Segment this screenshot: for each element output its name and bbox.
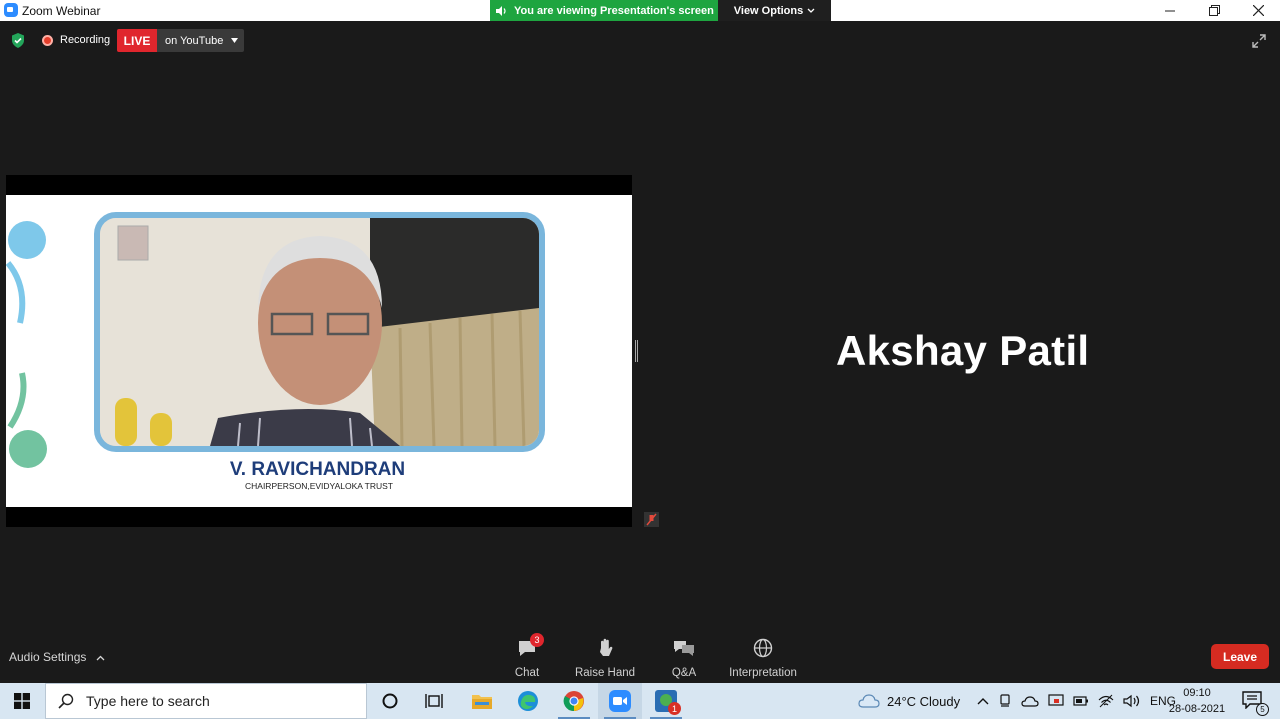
raise-hand-button[interactable]: Raise Hand	[574, 637, 636, 679]
globe-icon	[753, 638, 773, 658]
chevron-down-icon	[807, 8, 815, 13]
viewing-text: You are viewing Presentation's screen	[514, 4, 714, 17]
clock-time: 09:10	[1183, 687, 1211, 699]
speaker-title: CHAIRPERSON,EVIDYALOKA TRUST	[245, 481, 393, 491]
search-placeholder: Type here to search	[86, 693, 210, 709]
cloudy-icon	[858, 694, 880, 708]
zoom-app-icon	[4, 3, 18, 17]
speaker-video-frame	[94, 212, 545, 452]
interpretation-label: Interpretation	[729, 667, 797, 679]
speaker-name: V. RAVICHANDRAN	[229, 459, 406, 480]
participant-name: Akshay Patil	[836, 327, 1090, 374]
app-badge: 1	[668, 702, 681, 715]
taskbar-clock[interactable]: 09:10 28-08-2021	[1166, 684, 1228, 718]
qa-button[interactable]: Q&A	[666, 637, 702, 679]
audio-settings-button[interactable]: Audio Settings	[9, 650, 105, 664]
search-icon	[58, 693, 74, 709]
restore-button[interactable]	[1192, 0, 1236, 21]
resize-handle[interactable]	[635, 340, 638, 362]
zoom-taskbar-button[interactable]	[598, 683, 642, 719]
recording-icon	[42, 35, 53, 46]
wifi-icon[interactable]	[1098, 694, 1114, 708]
taskbar-search-box[interactable]: Type here to search	[45, 683, 367, 719]
notification-count: 5	[1256, 703, 1269, 716]
leave-button[interactable]: Leave	[1211, 644, 1269, 669]
close-button[interactable]	[1236, 0, 1280, 21]
close-icon	[1252, 5, 1264, 16]
window-title: Zoom Webinar	[22, 4, 101, 18]
restore-icon	[1208, 5, 1220, 16]
display-icon[interactable]	[1048, 694, 1064, 708]
edge-button[interactable]	[506, 683, 550, 719]
audio-settings-label: Audio Settings	[9, 650, 87, 664]
chevron-up-icon[interactable]	[977, 697, 989, 705]
chat-label: Chat	[514, 667, 540, 679]
live-stream-dropdown[interactable]: on YouTube	[157, 29, 244, 52]
cortana-button[interactable]	[368, 683, 412, 719]
raise-hand-label: Raise Hand	[574, 667, 636, 679]
file-explorer-button[interactable]	[460, 683, 504, 719]
viewing-status: You are viewing Presentation's screen	[490, 0, 718, 21]
chevron-up-icon	[96, 655, 105, 661]
minimize-button[interactable]	[1148, 0, 1192, 21]
qa-label: Q&A	[671, 667, 697, 679]
minimize-icon	[1165, 10, 1175, 11]
recording-label[interactable]: Recording	[60, 34, 110, 46]
zoom-icon	[609, 690, 631, 712]
chrome-icon	[563, 691, 584, 712]
notification-center-button[interactable]: 5	[1232, 683, 1272, 719]
hand-icon	[600, 638, 613, 656]
chat-button[interactable]: 3 Chat	[506, 633, 548, 679]
view-options-button[interactable]: View Options	[718, 0, 831, 21]
qa-icon	[674, 641, 694, 656]
task-view-button[interactable]	[412, 683, 456, 719]
chrome-button[interactable]	[552, 683, 596, 719]
edge-icon	[518, 691, 538, 711]
system-tray: ENG	[977, 683, 1176, 719]
speaker-photo	[100, 218, 539, 446]
weather-widget[interactable]: 24°C Cloudy	[858, 683, 960, 719]
app-taskbar-button[interactable]: 1	[644, 683, 688, 719]
chat-badge: 3	[530, 633, 544, 647]
view-options-label: View Options	[733, 4, 804, 17]
task-view-icon	[425, 694, 443, 708]
weather-text: 24°C Cloudy	[887, 693, 961, 709]
speaker-icon	[496, 5, 506, 16]
cortana-icon	[382, 693, 398, 709]
muted-mic-icon	[644, 512, 659, 527]
battery-icon[interactable]	[1073, 696, 1089, 706]
stream-target-label: on YouTube	[165, 34, 224, 47]
start-button[interactable]	[0, 683, 44, 719]
meet-now-icon[interactable]	[998, 693, 1012, 709]
clock-date: 28-08-2021	[1168, 703, 1226, 715]
volume-icon[interactable]	[1123, 694, 1141, 708]
onedrive-icon[interactable]	[1021, 695, 1039, 707]
caret-down-icon	[231, 38, 239, 43]
shield-icon[interactable]	[11, 33, 25, 48]
viewing-banner: You are viewing Presentation's screen Vi…	[490, 0, 831, 21]
presentation-slide: V. RAVICHANDRAN CHAIRPERSON,EVIDYALOKA T…	[6, 195, 632, 507]
speaker-caption: V. RAVICHANDRAN CHAIRPERSON,EVIDYALOKA T…	[6, 459, 632, 491]
fullscreen-icon[interactable]	[1251, 33, 1267, 49]
folder-icon	[472, 695, 492, 709]
windows-icon	[14, 693, 30, 709]
live-badge: LIVE	[117, 29, 157, 52]
interpretation-button[interactable]: Interpretation	[727, 637, 799, 679]
